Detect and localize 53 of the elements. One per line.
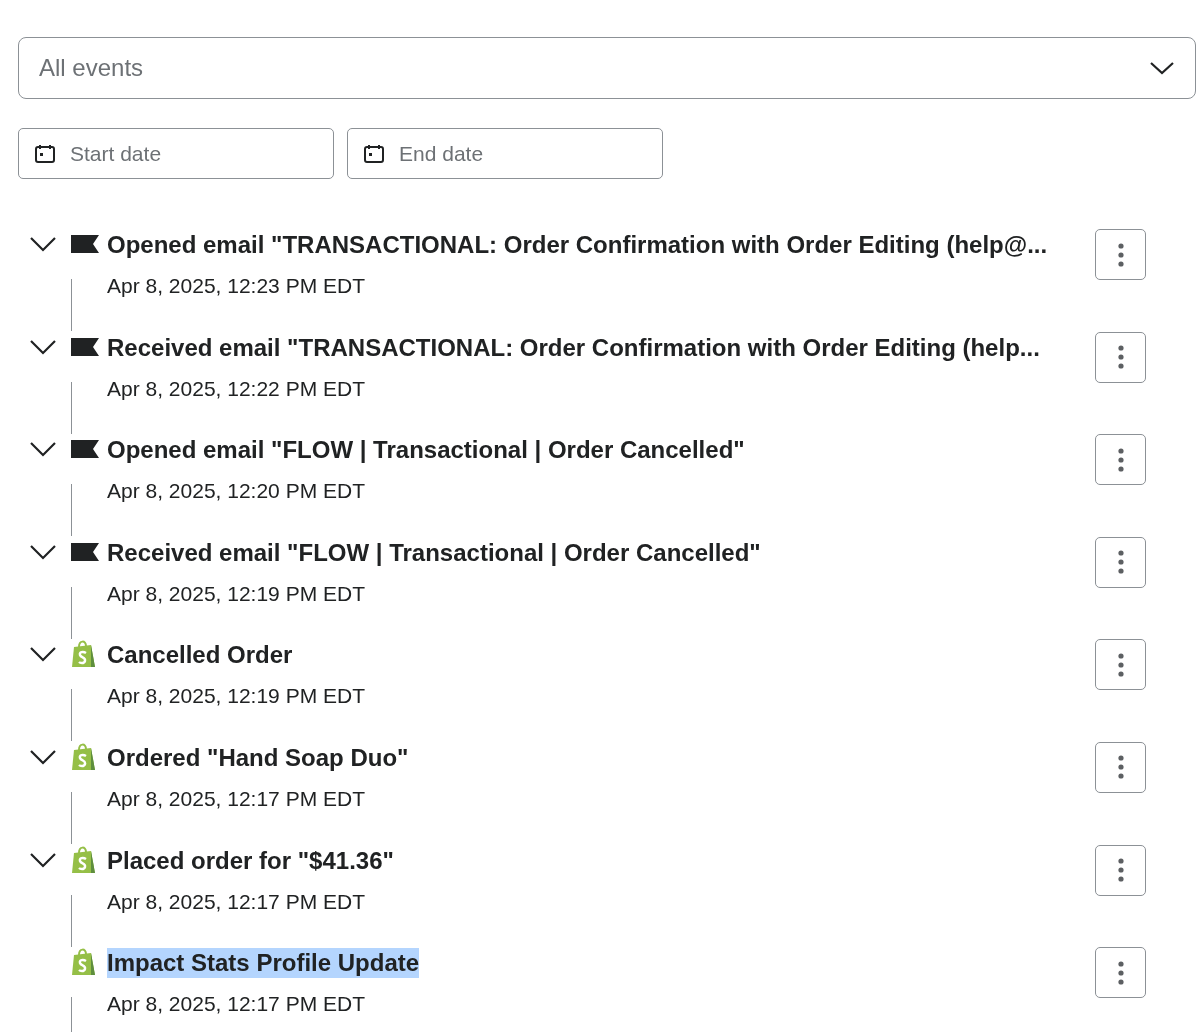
more-options-button[interactable] <box>1095 844 1146 896</box>
shopping-bag-icon <box>71 741 97 772</box>
chevron-down-icon[interactable] <box>29 851 57 868</box>
event-timestamp: Apr 8, 2025, 12:23 PM EDT <box>107 273 365 299</box>
vertical-ellipsis-icon <box>1117 446 1124 473</box>
calendar-icon <box>34 142 56 165</box>
flag-icon <box>71 335 99 358</box>
more-options-button[interactable] <box>1095 434 1146 486</box>
more-options-button[interactable] <box>1095 741 1146 793</box>
event-type-dropdown[interactable]: All events <box>18 37 1196 99</box>
chevron-down-icon <box>1149 60 1175 76</box>
chevron-down-icon[interactable] <box>29 338 57 355</box>
more-options-button[interactable] <box>1095 947 1146 999</box>
calendar-icon <box>363 142 385 165</box>
shopping-bag-icon <box>71 639 97 670</box>
event-timestamp: Apr 8, 2025, 12:17 PM EDT <box>107 888 365 915</box>
flag-icon <box>71 438 99 461</box>
flag-icon <box>71 233 99 255</box>
vertical-ellipsis-icon <box>1117 857 1124 884</box>
event-title: Received email "TRANSACTIONAL: Order Confirmation with Order Editing (help... <box>107 332 1040 363</box>
start-date-field[interactable]: Start date <box>18 128 334 179</box>
event-timestamp: Apr 8, 2025, 12:17 PM EDT <box>107 991 365 1018</box>
end-date-field[interactable]: End date <box>347 128 663 179</box>
shopping-bag-icon <box>71 844 97 875</box>
event-title: Cancelled Order <box>107 640 293 671</box>
more-options-button[interactable] <box>1095 331 1146 383</box>
event-timestamp: Apr 8, 2025, 12:19 PM EDT <box>107 580 365 607</box>
event-timestamp: Apr 8, 2025, 12:17 PM EDT <box>107 785 365 812</box>
flag-icon <box>71 540 99 563</box>
chevron-down-icon[interactable] <box>29 236 57 252</box>
chevron-down-icon[interactable] <box>29 748 57 765</box>
chevron-down-icon[interactable] <box>29 543 57 560</box>
event-title: Opened email "FLOW | Transactional | Order Cancelled" <box>107 435 745 466</box>
vertical-ellipsis-icon <box>1117 754 1124 781</box>
vertical-ellipsis-icon <box>1117 344 1124 371</box>
event-timestamp: Apr 8, 2025, 12:22 PM EDT <box>107 375 365 402</box>
chevron-down-icon[interactable] <box>29 646 57 663</box>
vertical-ellipsis-icon <box>1117 651 1124 678</box>
event-title: Opened email "TRANSACTIONAL: Order Confirmation with Order Editing (help@... <box>107 230 1048 260</box>
more-options-button[interactable] <box>1095 536 1146 588</box>
event-title: Placed order for "$41.36" <box>107 845 394 876</box>
more-options-button[interactable] <box>1095 229 1146 280</box>
vertical-ellipsis-icon <box>1117 549 1124 576</box>
event-title: Received email "FLOW | Transactional | Order Cancelled" <box>107 537 761 568</box>
vertical-ellipsis-icon <box>1117 241 1124 268</box>
shopping-bag-icon <box>71 947 97 978</box>
event-title: Ordered "Hand Soap Duo" <box>107 742 409 773</box>
vertical-ellipsis-icon <box>1117 959 1124 986</box>
more-options-button[interactable] <box>1095 639 1146 691</box>
chevron-down-icon[interactable] <box>29 441 57 458</box>
event-title: Impact Stats Profile Update <box>107 948 420 979</box>
event-timestamp: Apr 8, 2025, 12:20 PM EDT <box>107 478 365 505</box>
event-timestamp: Apr 8, 2025, 12:19 PM EDT <box>107 683 365 710</box>
